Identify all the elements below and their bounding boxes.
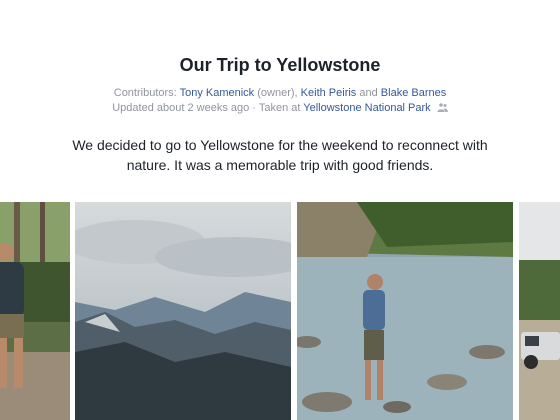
photo-thumbnail-3[interactable] (297, 202, 513, 420)
dot-separator: · (252, 102, 256, 114)
owner-label: (owner) (257, 87, 295, 99)
contributors-label: Contributors: (113, 87, 177, 99)
updated-text: Updated about 2 weeks ago (112, 102, 250, 114)
contributor-link-tony[interactable]: Tony Kamenick (180, 87, 255, 99)
contributor-link-keith[interactable]: Keith Peiris (301, 87, 357, 99)
updated-line: Updated about 2 weeks ago · Taken at Yel… (0, 102, 560, 114)
album-title: Our Trip to Yellowstone (179, 55, 381, 75)
contributor-link-blake[interactable]: Blake Barnes (381, 87, 446, 99)
taken-at-label: Taken at (258, 102, 301, 114)
people-icon[interactable] (437, 103, 448, 112)
location-link[interactable]: Yellowstone National Park (303, 102, 430, 114)
photo-thumbnail-4[interactable] (519, 202, 560, 420)
photo-thumbnail-1[interactable] (0, 202, 70, 420)
photo-thumbnail-2[interactable] (75, 202, 291, 420)
contributors-line: Contributors: Tony Kamenick (owner), Kei… (0, 87, 560, 99)
comma-separator: , (294, 87, 298, 99)
and-separator: and (359, 87, 378, 99)
album-description: We decided to go to Yellowstone for the … (72, 137, 488, 173)
